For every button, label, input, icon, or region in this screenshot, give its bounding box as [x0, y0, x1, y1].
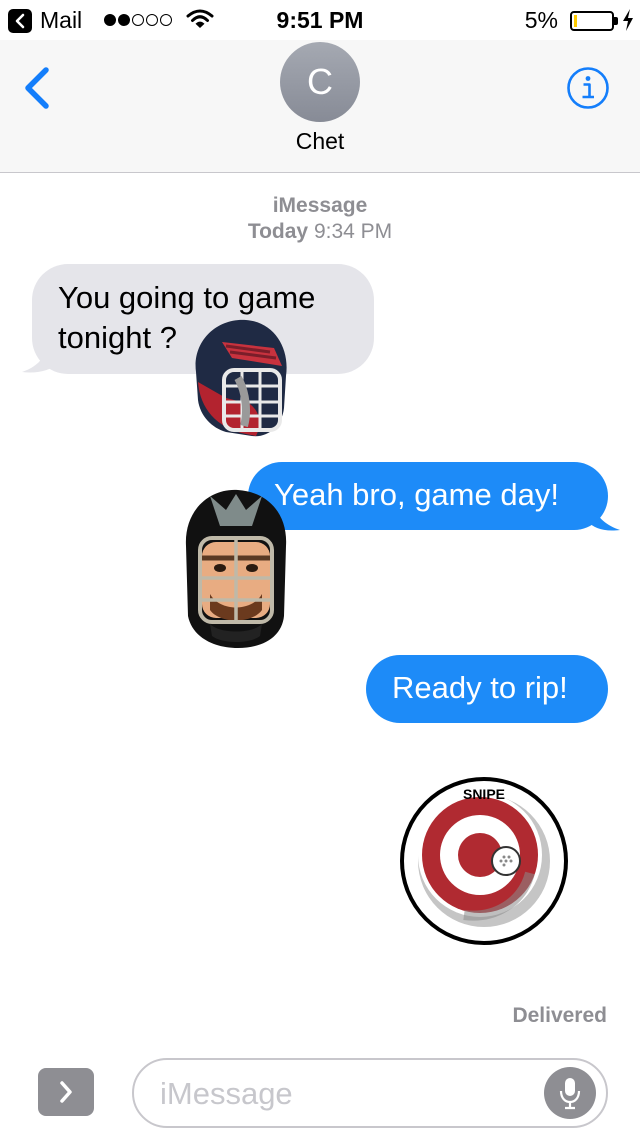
apps-chevron-icon — [60, 1081, 72, 1103]
message-input-placeholder: iMessage — [160, 1076, 293, 1111]
message-bubble-sent[interactable]: Yeah bro, game day! — [248, 462, 608, 530]
message-input[interactable]: iMessage — [132, 1058, 608, 1128]
battery-percent: 5% — [524, 7, 558, 33]
delivery-status: Delivered — [512, 1004, 607, 1027]
timestamp-time: 9:34 PM — [313, 220, 393, 243]
status-bar: Mail 9:51 PM 5% — [0, 0, 640, 40]
dictation-button[interactable] — [544, 1067, 596, 1119]
player-helmet-sticker[interactable] — [180, 486, 292, 650]
contact-name[interactable]: Chet — [0, 128, 640, 155]
snipe-target-sticker[interactable]: SNIPE — [398, 775, 570, 947]
service-label: iMessage — [272, 194, 368, 217]
conversation-header: C Chet — [0, 40, 640, 173]
microphone-icon — [559, 1078, 581, 1110]
battery-tip — [614, 17, 618, 25]
info-icon[interactable] — [566, 66, 610, 110]
apps-expand-button[interactable] — [38, 1068, 94, 1116]
message-bubble-sent[interactable]: Ready to rip! — [366, 655, 608, 723]
battery-icon — [570, 11, 614, 31]
avatar[interactable]: C — [280, 42, 360, 122]
timestamp-day: Today — [247, 220, 309, 243]
back-chevron-icon[interactable] — [20, 64, 60, 112]
target-label: SNIPE — [463, 786, 505, 802]
helmet-sticker[interactable] — [186, 312, 296, 442]
thread-timestamp: Today 9:34 PM — [0, 220, 640, 244]
charging-icon — [623, 9, 633, 31]
